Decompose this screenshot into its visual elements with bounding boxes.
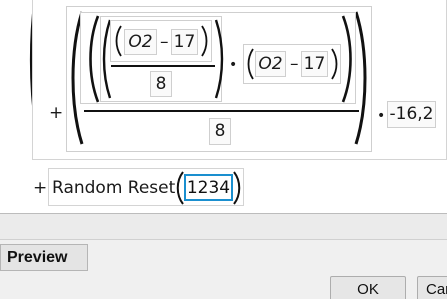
- inner-fraction-right-paren: [214, 19, 224, 99]
- random-plus-operator: +: [33, 177, 48, 198]
- panel-divider: [0, 214, 447, 240]
- inner-denominator-8[interactable]: 8: [150, 71, 172, 97]
- multiply-dot-inner: •: [229, 57, 238, 73]
- numerator-right-paren: [341, 15, 352, 103]
- coefficient-value[interactable]: -16,2: [387, 101, 436, 128]
- group-a-right-paren: [201, 25, 208, 57]
- random-left-paren: [176, 171, 184, 205]
- inner-fraction-bar: [111, 65, 215, 67]
- outer-denominator-8[interactable]: 8: [209, 118, 231, 145]
- constant-17-b[interactable]: 17: [301, 51, 328, 77]
- cancel-button[interactable]: Car: [417, 276, 447, 299]
- multiply-dot-outer: •: [377, 108, 386, 124]
- variable-o2-b[interactable]: O2: [255, 51, 286, 77]
- minus-operator-a: –: [160, 31, 169, 52]
- formula-editor-window: + O2 – 17 8 • O2 – 17 8 • -16,2 + Random…: [0, 0, 447, 299]
- ok-button[interactable]: OK: [330, 276, 406, 299]
- minus-operator-b: –: [290, 53, 299, 74]
- big-fraction-bar: [84, 110, 359, 112]
- random-reset-label: Random Reset: [52, 177, 176, 198]
- group-b-right-paren: [331, 48, 338, 80]
- plus-operator: +: [49, 102, 64, 123]
- seed-input[interactable]: 1234: [184, 174, 233, 201]
- random-right-paren: [233, 171, 241, 205]
- variable-o2-a[interactable]: O2: [124, 29, 157, 55]
- group-a-left-paren: [115, 25, 122, 57]
- constant-17-a[interactable]: 17: [171, 29, 198, 55]
- preview-button[interactable]: Preview: [0, 244, 88, 271]
- group-b-left-paren: [247, 48, 254, 80]
- formula-editor-canvas[interactable]: + O2 – 17 8 • O2 – 17 8 • -16,2 + Random…: [0, 0, 447, 214]
- numerator-left-paren: [89, 15, 100, 103]
- big-right-paren: [354, 11, 367, 145]
